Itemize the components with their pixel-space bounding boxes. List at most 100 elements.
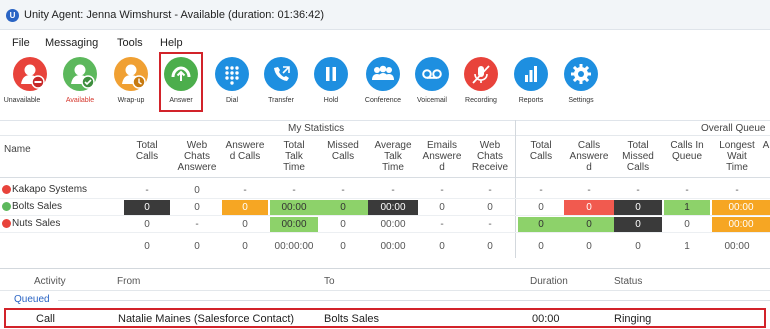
table-row[interactable]: Kakapo Systems - 0 - - - - - - - - - - - bbox=[0, 182, 770, 199]
voicemail-button[interactable]: Voicemail bbox=[408, 51, 456, 111]
col-truncated[interactable]: A bbox=[762, 140, 770, 151]
conference-icon bbox=[366, 57, 400, 91]
reports-label: Reports bbox=[518, 97, 544, 104]
available-button[interactable]: Available bbox=[58, 51, 102, 111]
dial-button[interactable]: Dial bbox=[210, 51, 254, 111]
recording-button[interactable]: Recording bbox=[458, 51, 504, 111]
hold-label: Hold bbox=[323, 97, 339, 104]
cell: 0 bbox=[614, 217, 662, 232]
dialpad-icon bbox=[215, 57, 249, 91]
queued-group-label[interactable]: Queued bbox=[14, 294, 50, 305]
cell: - bbox=[587, 185, 591, 196]
settings-button[interactable]: Settings bbox=[559, 51, 603, 111]
cell: - bbox=[440, 219, 444, 230]
row-name: Bolts Sales bbox=[12, 201, 63, 212]
cell: 0 bbox=[242, 219, 248, 230]
total-cell: 0 bbox=[635, 241, 641, 252]
cell: 0 bbox=[340, 219, 346, 230]
settings-label: Settings bbox=[568, 97, 594, 104]
group-overall-queue: Overall Queue bbox=[701, 123, 766, 134]
col-web-chats-received[interactable]: Web Chats Receive bbox=[466, 140, 514, 173]
total-cell: 00:00 bbox=[380, 241, 406, 252]
queued-call-row[interactable]: Call Natalie Maines (Salesforce Contact)… bbox=[4, 308, 766, 328]
col-web-chats-answered[interactable]: Web Chats Answere bbox=[172, 140, 222, 173]
person-wrapup-icon bbox=[114, 57, 148, 91]
answer-highlight-box bbox=[159, 52, 203, 112]
cell: 0 bbox=[564, 200, 614, 215]
call-status: Ringing bbox=[614, 313, 652, 325]
cell: - bbox=[488, 219, 492, 230]
activity-panel: Activity From To Duration Status Queued … bbox=[0, 268, 770, 329]
call-duration: 00:00 bbox=[532, 313, 560, 325]
menu-tools[interactable]: Tools bbox=[117, 37, 143, 49]
col-missed-calls[interactable]: Missed Calls bbox=[318, 140, 368, 162]
cell: 00:00 bbox=[270, 200, 318, 215]
cell: 0 bbox=[318, 200, 368, 215]
cell: 1 bbox=[664, 200, 710, 215]
col-activity[interactable]: Activity bbox=[34, 276, 66, 287]
total-cell: 00:00 bbox=[724, 241, 750, 252]
cell: 00:00 bbox=[270, 217, 318, 232]
menu-messaging[interactable]: Messaging bbox=[45, 37, 98, 49]
row-name: Nuts Sales bbox=[12, 218, 61, 229]
voicemail-icon bbox=[415, 57, 449, 91]
reports-icon bbox=[514, 57, 548, 91]
cell: 00:00 bbox=[712, 217, 770, 232]
call-activity: Call bbox=[36, 313, 55, 325]
cell: 0 bbox=[564, 217, 614, 232]
col-queue-calls-answered[interactable]: Calls Answere d bbox=[564, 140, 614, 173]
cell: 00:00 bbox=[380, 219, 406, 230]
table-row[interactable]: Bolts Sales 0 0 0 00:00 0 00:00 0 0 0 0 … bbox=[0, 199, 770, 216]
col-to[interactable]: To bbox=[324, 276, 335, 287]
unity-logo-icon: U bbox=[6, 9, 19, 22]
col-queue-total-calls[interactable]: Total Calls bbox=[518, 140, 564, 162]
col-calls-in-queue[interactable]: Calls In Queue bbox=[664, 140, 710, 162]
person-available-icon bbox=[63, 57, 97, 91]
col-duration[interactable]: Duration bbox=[530, 276, 568, 287]
transfer-button[interactable]: Transfer bbox=[259, 51, 303, 111]
cell: 0 bbox=[194, 185, 200, 196]
total-cell: 0 bbox=[242, 241, 248, 252]
toolbar: Unavailable Available Wrap-up Answer Dia… bbox=[0, 51, 770, 113]
conference-label: Conference bbox=[364, 97, 402, 104]
total-cell: 0 bbox=[340, 241, 346, 252]
col-status[interactable]: Status bbox=[614, 276, 642, 287]
col-queue-total-missed[interactable]: Total Missed Calls bbox=[614, 140, 662, 173]
cell: 0 bbox=[614, 200, 662, 215]
unavailable-button[interactable]: Unavailable bbox=[0, 51, 47, 111]
grid-column-headers: Name Total Calls Web Chats Answere Answe… bbox=[0, 136, 770, 178]
cell: - bbox=[341, 185, 345, 196]
cell: - bbox=[685, 185, 689, 196]
reports-button[interactable]: Reports bbox=[509, 51, 553, 111]
conference-button[interactable]: Conference bbox=[358, 51, 408, 111]
col-name[interactable]: Name bbox=[4, 144, 64, 155]
col-from[interactable]: From bbox=[117, 276, 140, 287]
cell: 0 bbox=[144, 219, 150, 230]
settings-icon bbox=[564, 57, 598, 91]
col-emails-answered[interactable]: Emails Answere d bbox=[418, 140, 466, 173]
recording-label: Recording bbox=[465, 97, 497, 104]
cell: 00:00 bbox=[712, 200, 770, 215]
menu-file[interactable]: File bbox=[12, 37, 30, 49]
col-answered-calls[interactable]: Answere d Calls bbox=[222, 140, 268, 162]
cell: 0 bbox=[194, 202, 200, 213]
status-dot-red bbox=[2, 219, 11, 228]
voicemail-label: Voicemail bbox=[417, 97, 447, 104]
hold-button[interactable]: Hold bbox=[309, 51, 353, 111]
wrapup-button[interactable]: Wrap-up bbox=[109, 51, 153, 111]
statistics-grid: My Statistics Overall Queue Name Total C… bbox=[0, 120, 770, 258]
col-average-talk-time[interactable]: Average Talk Time bbox=[368, 140, 418, 173]
transfer-icon bbox=[264, 57, 298, 91]
total-cell: 1 bbox=[684, 241, 690, 252]
cell: 0 bbox=[684, 219, 690, 230]
cell: 00:00 bbox=[368, 200, 418, 215]
totals-row: 0 0 0 00:00:00 0 00:00 0 0 0 0 0 1 00:00 bbox=[0, 238, 770, 255]
col-total-talk-time[interactable]: Total Talk Time bbox=[270, 140, 318, 173]
activity-headers: Activity From To Duration Status bbox=[0, 269, 770, 291]
window-title: Unity Agent: Jenna Wimshurst - Available… bbox=[24, 9, 325, 21]
col-total-calls[interactable]: Total Calls bbox=[124, 140, 170, 162]
col-longest-wait-time[interactable]: Longest Wait Time bbox=[712, 140, 762, 173]
menu-help[interactable]: Help bbox=[160, 37, 183, 49]
table-row[interactable]: Nuts Sales 0 - 0 00:00 0 00:00 - - 0 0 0… bbox=[0, 216, 770, 233]
cell: - bbox=[539, 185, 543, 196]
